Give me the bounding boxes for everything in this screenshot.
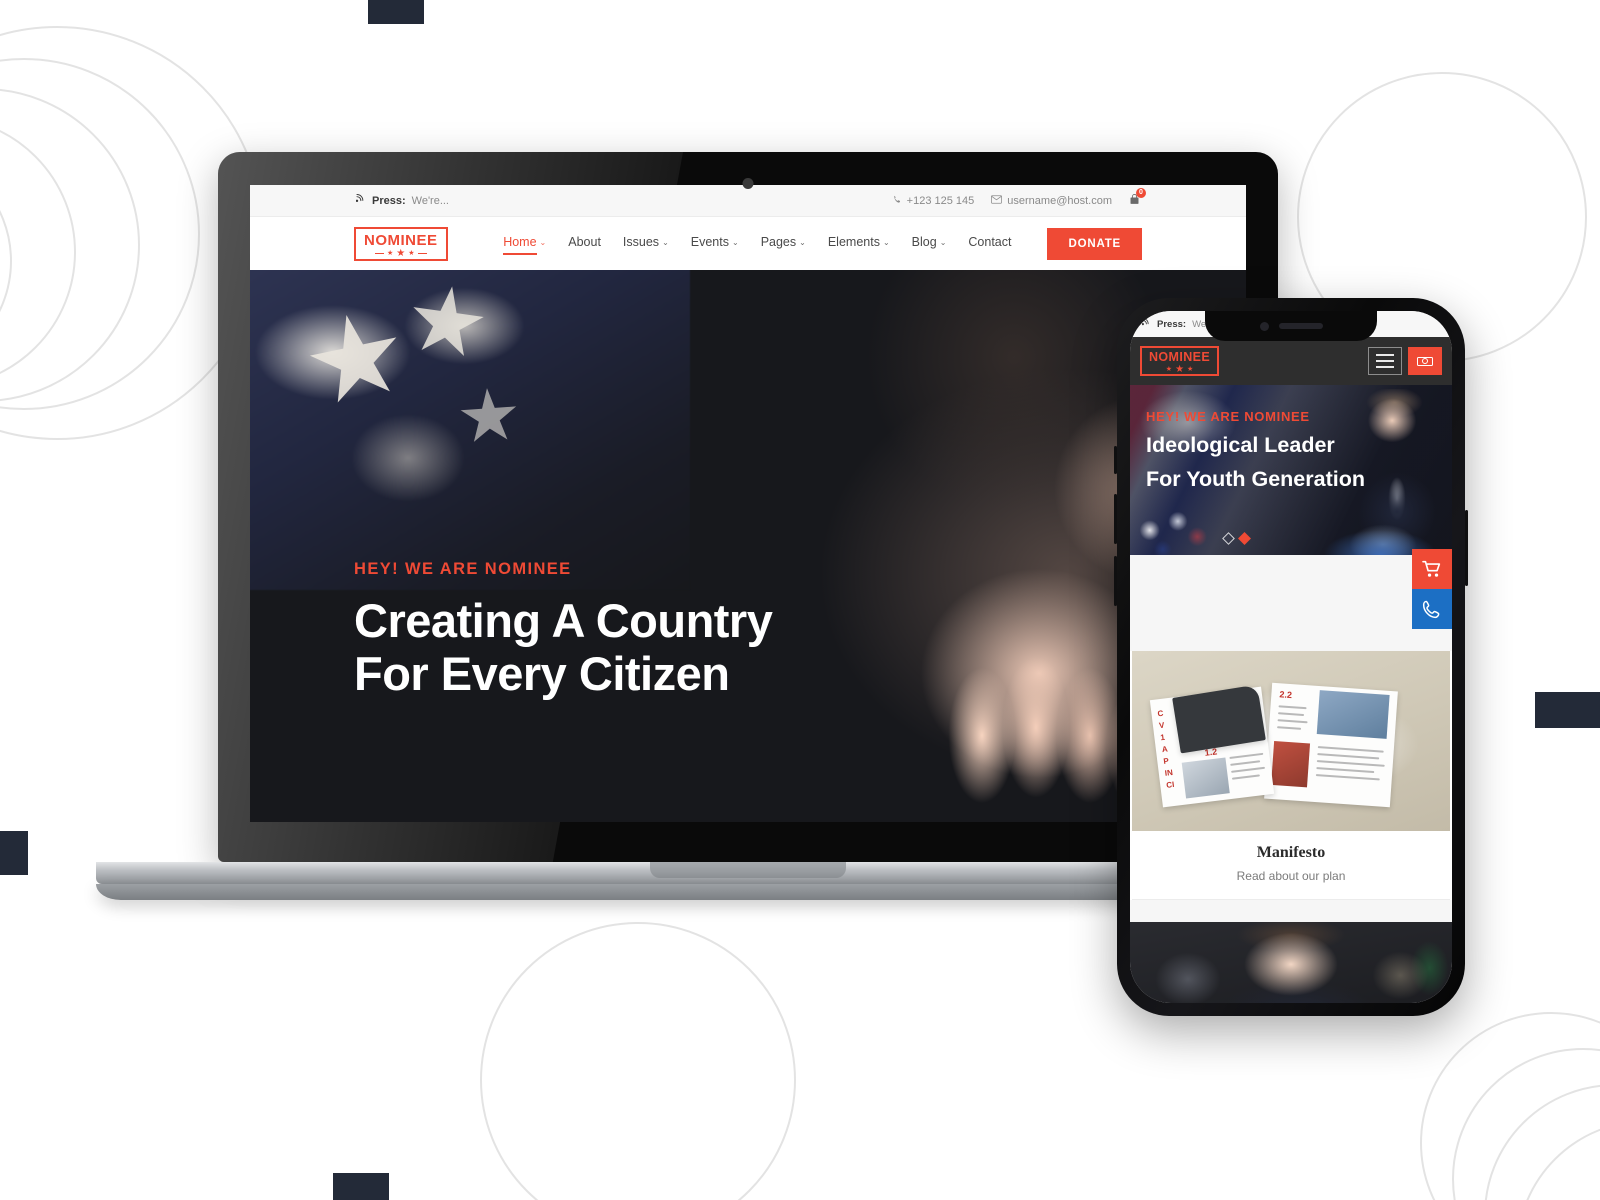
- nav-item-issues[interactable]: Issues ⌄: [623, 235, 669, 252]
- floating-call-button[interactable]: [1412, 589, 1452, 629]
- nav-label: Blog: [911, 235, 937, 249]
- brochure-right-page: 2.2: [1264, 682, 1398, 808]
- cart-count-badge: 0: [1136, 187, 1146, 198]
- earpiece-speaker-icon: [1278, 323, 1323, 329]
- nav-item-events[interactable]: Events ⌄: [691, 235, 739, 252]
- brochure-photo-2: [1271, 741, 1311, 788]
- nav-item-home[interactable]: Home ⌄: [503, 235, 547, 255]
- manifesto-title: Manifesto: [1256, 844, 1326, 861]
- rss-icon: [1141, 318, 1151, 330]
- desktop-hero-section: HEY! WE ARE NOMINEE Creating A Country F…: [250, 270, 1246, 822]
- mobile-hero-vote-badges-image: [1130, 497, 1234, 555]
- money-bill-icon: [1417, 356, 1433, 366]
- nav-label: Pages: [760, 235, 797, 249]
- shopping-cart-icon: [1422, 560, 1441, 577]
- nav-item-contact[interactable]: Contact: [968, 235, 1011, 252]
- mobile-nav-actions: [1368, 347, 1442, 375]
- mobile-hero-copy: HEY! WE ARE NOMINEE Ideological Leader F…: [1146, 409, 1365, 492]
- cart-button[interactable]: 0: [1129, 187, 1146, 208]
- mobile-website-screen: Press: We're... NOMINEE ★★★: [1130, 311, 1452, 1003]
- mobile-donate-button[interactable]: [1408, 347, 1442, 375]
- chevron-down-icon: ⌄: [882, 237, 890, 247]
- mobile-site-logo[interactable]: NOMINEE ★ ★ ★: [1140, 346, 1220, 376]
- phone-power-button[interactable]: [1465, 510, 1468, 586]
- desktop-website-screen: Press: We're... +123 125 145 username@ho…: [250, 185, 1246, 822]
- press-label: Press:: [372, 194, 406, 207]
- mobile-floating-actions: [1412, 549, 1452, 629]
- phone-icon: [893, 195, 902, 207]
- decorative-ring-bottom-center: [480, 922, 796, 1200]
- site-logo[interactable]: NOMINEE ★ ★ ★: [354, 226, 448, 261]
- mobile-navbar: NOMINEE ★ ★ ★: [1130, 337, 1452, 385]
- mobile-logo-stars-icon: ★ ★ ★: [1165, 363, 1194, 375]
- manifesto-brochure-image: 2.2 C V 1 A P IN CI 1.2: [1132, 651, 1450, 831]
- manifesto-card[interactable]: 2.2 C V 1 A P IN CI 1.2 Manifesto Read a…: [1132, 651, 1450, 900]
- topbar-contact-group: +123 125 145 username@host.com 0: [893, 187, 1146, 208]
- slider-dot-active[interactable]: [1238, 532, 1251, 545]
- laptop-base-notch: [650, 862, 846, 878]
- mobile-section-spacer: [1130, 900, 1452, 922]
- mobile-speaker-photo-section: [1130, 922, 1452, 1003]
- mobile-content-gap: [1130, 555, 1452, 651]
- mobile-logo-text: NOMINEE: [1149, 350, 1211, 365]
- phone-number: +123 125 145: [906, 194, 975, 207]
- donate-button[interactable]: DONATE: [1047, 227, 1142, 260]
- nav-item-about[interactable]: About: [568, 235, 601, 252]
- mobile-hero-kicker: HEY! WE ARE NOMINEE: [1146, 409, 1310, 424]
- chevron-down-icon: ⌄: [662, 237, 669, 247]
- mobile-hero-title-line-1: Ideological Leader: [1146, 433, 1335, 457]
- chevron-down-icon: ⌄: [799, 237, 806, 247]
- decorative-square-top: [368, 0, 424, 24]
- decorative-square-right: [1535, 692, 1600, 728]
- nav-item-blog[interactable]: Blog ⌄: [912, 235, 947, 252]
- hero-title-line-2: For Every Citizen: [354, 646, 730, 700]
- nav-item-elements[interactable]: Elements ⌄: [828, 235, 890, 252]
- topbar-phone[interactable]: +123 125 145: [893, 194, 975, 207]
- hero-copy: HEY! WE ARE NOMINEE Creating A Country F…: [354, 560, 773, 700]
- laptop-camera-icon: [742, 178, 754, 189]
- desktop-navbar: NOMINEE ★ ★ ★ Home ⌄ About Issues ⌄ Even…: [250, 217, 1246, 270]
- manifesto-subtitle: Read about our plan: [1236, 869, 1346, 883]
- decorative-square-left: [0, 831, 28, 875]
- brochure-number-22: 2.2: [1279, 689, 1293, 701]
- nav-label: Elements: [827, 235, 880, 249]
- envelope-icon: [991, 194, 1003, 207]
- front-camera-icon: [1259, 321, 1269, 331]
- nav-label: About: [568, 235, 601, 249]
- press-ticker: Press: We're...: [355, 194, 449, 207]
- nav-label: Issues: [622, 235, 660, 249]
- phone-notch: [1205, 311, 1377, 341]
- nav-label: Home: [503, 235, 537, 249]
- phone-mockup: Press: We're... NOMINEE ★★★: [1114, 298, 1468, 1016]
- slider-dot[interactable]: [1222, 532, 1235, 545]
- chevron-down-icon: ⌄: [939, 237, 947, 247]
- rss-icon: [355, 194, 366, 207]
- nav-item-pages[interactable]: Pages ⌄: [761, 235, 806, 252]
- chevron-down-icon: ⌄: [539, 237, 547, 247]
- nav-label: Contact: [968, 235, 1012, 249]
- phone-frame: Press: We're... NOMINEE ★★★: [1117, 298, 1465, 1016]
- mobile-hero-section: HEY! WE ARE NOMINEE Ideological Leader F…: [1130, 385, 1452, 555]
- topbar-email[interactable]: username@host.com: [991, 195, 1112, 207]
- hero-title-line-1: Creating A Country: [354, 594, 773, 647]
- main-navigation: Home ⌄ About Issues ⌄ Events ⌄ Pages ⌄ E…: [503, 227, 1142, 260]
- floating-cart-button[interactable]: [1412, 549, 1452, 589]
- nav-label: Events: [690, 235, 729, 249]
- phone-call-icon: [1422, 600, 1440, 619]
- email-address: username@host.com: [1007, 194, 1112, 207]
- brochure-photo-1: [1316, 690, 1390, 739]
- hamburger-menu-icon[interactable]: [1368, 347, 1402, 375]
- mobile-hero-slider-dots[interactable]: [1222, 532, 1251, 545]
- mobile-press-label: Press:: [1157, 318, 1187, 330]
- hero-kicker: HEY! WE ARE NOMINEE: [354, 560, 572, 578]
- press-text: We're...: [411, 194, 449, 207]
- chevron-down-icon: ⌄: [731, 237, 739, 247]
- logo-stars-icon: ★ ★ ★: [364, 248, 438, 258]
- mobile-hero-title-line-2: For Youth Generation: [1146, 467, 1365, 492]
- manifesto-card-body: Manifesto Read about our plan: [1132, 831, 1450, 900]
- logo-text: NOMINEE: [364, 231, 438, 249]
- desktop-topbar: Press: We're... +123 125 145 username@ho…: [250, 185, 1246, 217]
- decorative-square-bottom: [333, 1173, 389, 1200]
- brochure-photo-3: [1181, 757, 1230, 799]
